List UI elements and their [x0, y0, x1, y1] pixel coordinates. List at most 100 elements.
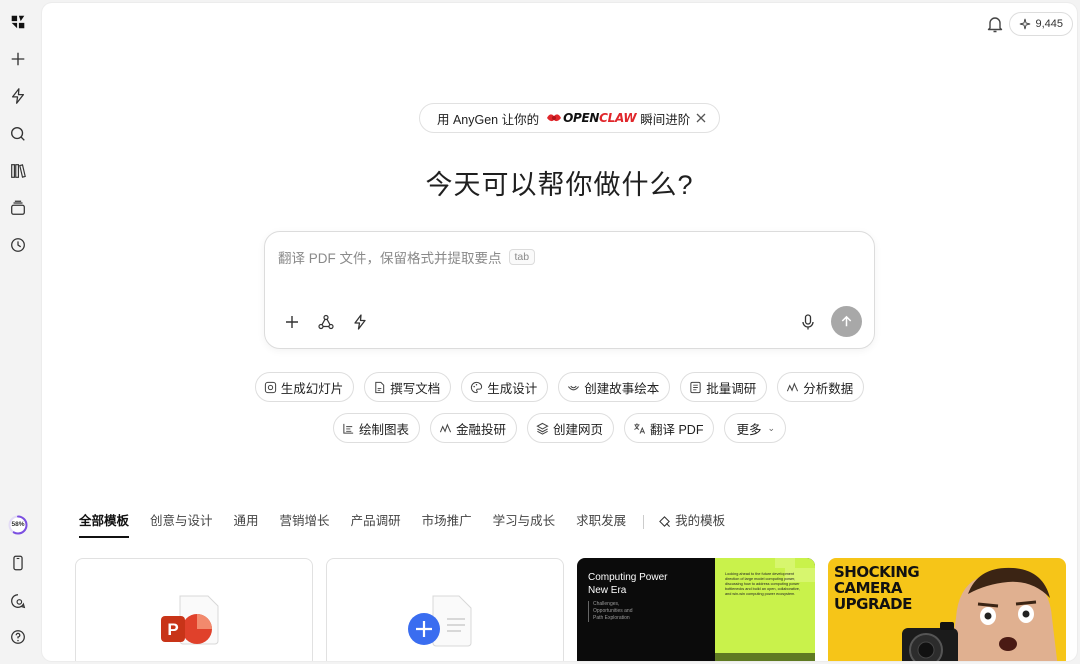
arrow-up-icon — [841, 315, 852, 327]
template-card-computing-power[interactable]: Computing Power New Era Challenges, Opport… — [577, 558, 815, 661]
usage-progress-text: 58% — [11, 521, 25, 528]
microphone-icon[interactable] — [799, 313, 817, 331]
card-title-line2: New Era — [588, 585, 627, 596]
card-right-text: Looking ahead to the future development … — [725, 572, 800, 596]
brand-claw-text: CLAW — [599, 111, 637, 125]
template-card-slides[interactable]: P — [75, 558, 313, 661]
chart-icon — [343, 423, 354, 434]
chip-label: 生成设计 — [487, 381, 538, 396]
research-icon — [690, 381, 701, 393]
chip-translate-pdf[interactable]: 翻译 PDF — [624, 413, 715, 443]
svg-text:P: P — [167, 620, 178, 639]
brand-open-text: OPEN — [563, 111, 600, 125]
prompt-composer[interactable]: 翻译 PDF 文件，保留格式并提取要点 tab — [264, 231, 875, 349]
promo-prefix: 用 AnyGen 让你的 — [437, 112, 540, 127]
card-title-line1: Computing Power — [588, 572, 668, 583]
sidebar: 58% — [0, 0, 42, 664]
chip-label: 生成幻灯片 — [280, 381, 344, 396]
quick-actions-row-2: 绘制图表 金融投研 创建网页 翻译 PDF 更多 ⌄ — [42, 413, 1077, 443]
main-panel: 9,445 用 AnyGen 让你的 OPENCLAW 瞬间进阶 今天可以帮你做… — [42, 3, 1077, 661]
person-with-camera-image — [902, 567, 1058, 661]
add-document-icon — [408, 595, 472, 647]
page-title: 今天可以帮你做什么? — [425, 170, 694, 200]
finance-icon — [439, 422, 452, 433]
tab-market-promotion[interactable]: 市场推广 — [422, 511, 472, 538]
chip-label: 撰写文档 — [390, 381, 441, 396]
notification-bell-icon[interactable] — [985, 14, 1005, 34]
tab-career-development[interactable]: 求职发展 — [576, 511, 626, 538]
chip-label: 创建网页 — [552, 422, 603, 437]
close-icon[interactable] — [695, 112, 707, 124]
lightning-icon[interactable] — [8, 86, 28, 106]
card-sub-line1: Challenges, — [593, 601, 620, 607]
document-icon — [375, 381, 385, 393]
tab-creative-design[interactable]: 创意与设计 — [150, 511, 213, 538]
feedback-icon[interactable] — [8, 591, 28, 611]
lobster-icon — [547, 114, 562, 122]
tab-divider — [643, 515, 645, 529]
layers-icon — [536, 422, 549, 435]
connectors-icon[interactable] — [317, 313, 335, 331]
tab-key-hint: tab — [508, 249, 536, 265]
powerpoint-icon: P — [161, 595, 219, 645]
chip-generate-slides[interactable]: 生成幻灯片 — [254, 372, 355, 402]
quick-actions-row-1: 生成幻灯片 撰写文档 生成设计 创建故事绘本 批量调研 分析数据 — [42, 372, 1077, 402]
chip-create-storybook[interactable]: 创建故事绘本 — [558, 372, 671, 402]
chip-write-doc[interactable]: 撰写文档 — [364, 372, 452, 402]
chip-label: 更多 — [736, 422, 762, 437]
prompt-input[interactable]: 翻译 PDF 文件，保留格式并提取要点 tab — [278, 247, 536, 267]
translate-icon — [634, 422, 646, 434]
template-card-camera-thumbnail[interactable]: SHOCKING CAMERA UPGRADE — [828, 558, 1066, 661]
chip-label: 绘制图表 — [358, 422, 409, 437]
attach-plus-icon[interactable] — [283, 313, 301, 331]
chip-label: 批量调研 — [706, 381, 757, 396]
storybook-icon — [568, 385, 580, 390]
tab-marketing-growth[interactable]: 营销增长 — [280, 511, 330, 538]
promo-banner[interactable]: 用 AnyGen 让你的 OPENCLAW 瞬间进阶 — [419, 103, 720, 133]
sparkle-icon — [1020, 18, 1031, 30]
chip-finance-research[interactable]: 金融投研 — [429, 413, 517, 443]
projects-icon[interactable] — [8, 198, 28, 218]
lightning-mode-icon[interactable] — [351, 313, 369, 331]
prompt-placeholder: 翻译 PDF 文件，保留格式并提取要点 — [278, 251, 502, 266]
new-chat-icon[interactable] — [8, 49, 28, 69]
template-card-blank[interactable] — [326, 558, 564, 661]
template-tabs: 全部模板 创意与设计 通用 营销增长 产品调研 市场推广 学习与成长 求职发展 … — [79, 511, 725, 538]
send-button[interactable] — [831, 306, 862, 337]
card-sub-line3: Path Exploration — [593, 615, 630, 621]
chip-batch-research[interactable]: 批量调研 — [680, 372, 768, 402]
chip-label: 翻译 PDF — [650, 422, 704, 437]
mobile-icon[interactable] — [8, 553, 28, 573]
credits-count: 9,445 — [1035, 18, 1063, 30]
chip-generate-design[interactable]: 生成设计 — [461, 372, 549, 402]
library-icon[interactable] — [8, 161, 28, 181]
chip-label: 创建故事绘本 — [584, 381, 660, 396]
analytics-icon — [787, 381, 799, 392]
chip-analyze-data[interactable]: 分析数据 — [777, 372, 865, 402]
chip-draw-chart[interactable]: 绘制图表 — [332, 413, 420, 443]
usage-progress-ring[interactable]: 58% — [8, 515, 28, 535]
search-icon[interactable] — [8, 124, 28, 144]
chip-label: 金融投研 — [455, 422, 506, 437]
palette-icon — [471, 381, 483, 393]
chip-create-webpage[interactable]: 创建网页 — [526, 413, 614, 443]
my-templates-label: 我的模板 — [675, 514, 726, 528]
template-icon — [659, 515, 671, 527]
chip-label: 分析数据 — [803, 381, 854, 396]
app-logo-icon[interactable] — [8, 12, 28, 32]
history-icon[interactable] — [8, 235, 28, 255]
promo-suffix: 瞬间进阶 — [640, 112, 691, 127]
tab-all-templates[interactable]: 全部模板 — [79, 511, 130, 538]
card-sub-line2: Opportunities and — [593, 608, 633, 614]
help-icon[interactable] — [8, 627, 28, 647]
openclaw-logo: OPENCLAW — [545, 109, 637, 127]
tab-general[interactable]: 通用 — [234, 511, 259, 538]
chip-more[interactable]: 更多 ⌄ — [724, 413, 787, 443]
tab-product-research[interactable]: 产品调研 — [351, 511, 401, 538]
credits-button[interactable]: 9,445 — [1009, 12, 1073, 36]
chevron-down-icon: ⌄ — [767, 422, 776, 433]
tab-learning-growth[interactable]: 学习与成长 — [493, 511, 556, 538]
slides-icon — [264, 381, 276, 393]
tab-my-templates[interactable]: 我的模板 — [658, 511, 725, 531]
card-dark-panel: Computing Power New Era Challenges, Opport… — [577, 558, 715, 661]
